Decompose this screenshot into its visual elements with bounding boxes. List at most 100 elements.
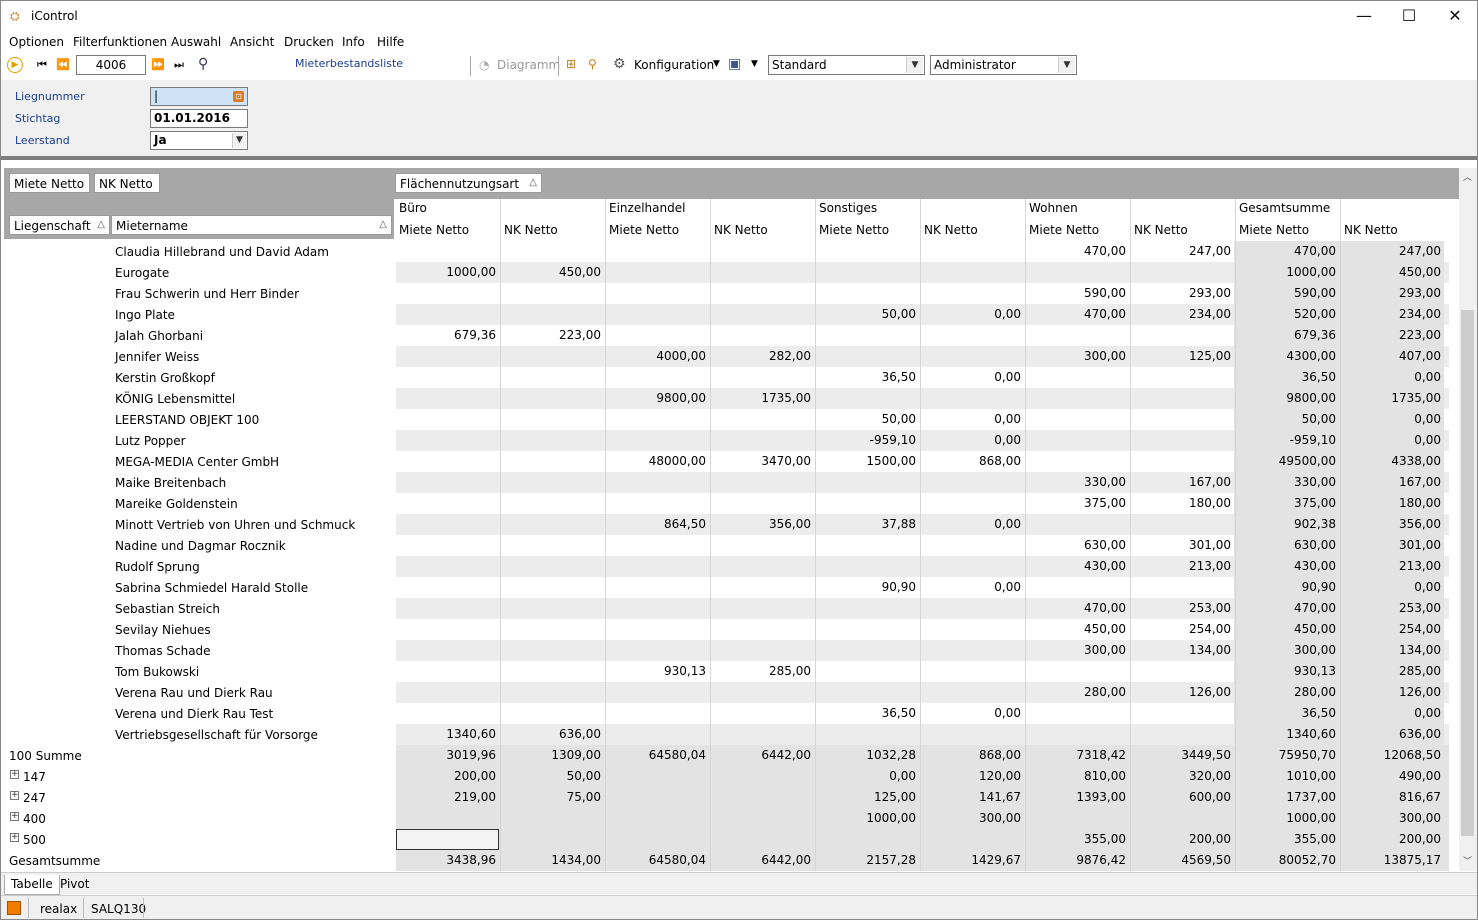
leerstand-select[interactable]: Ja ▼ [150, 131, 248, 150]
value-cell[interactable]: 590,00 [1026, 286, 1126, 300]
value-cell[interactable]: 1000,00 [396, 265, 496, 279]
value-cell[interactable]: 300,00 [1026, 349, 1126, 363]
data-field-nk-netto[interactable]: NK Netto [94, 173, 160, 193]
value-cell[interactable]: 375,00 [1236, 496, 1336, 510]
value-cell[interactable]: 630,00 [1236, 538, 1336, 552]
table-row[interactable]: Frau Schwerin und Herr Binder 590,00 293,0… [4, 283, 1449, 304]
value-cell[interactable]: 9800,00 [1236, 391, 1336, 405]
next-record-icon[interactable]: ⏩ [151, 58, 165, 71]
value-cell[interactable]: 36,50 [816, 706, 916, 720]
value-cell[interactable]: -959,10 [816, 433, 916, 447]
menu-hilfe[interactable]: Hilfe [377, 35, 404, 49]
value-cell[interactable]: 254,00 [1131, 622, 1231, 636]
summary-row[interactable]: +247 219,00 75,00 125,00 141,67 1393,00 600,00… [4, 787, 1449, 808]
value-cell[interactable]: 180,00 [1131, 496, 1231, 510]
table-row[interactable]: Verena Rau und Dierk Rau 280,00 126,00 280,… [4, 682, 1449, 703]
value-cell[interactable]: 1032,28 [816, 748, 916, 762]
user-select[interactable]: Administrator ▼ [930, 55, 1077, 75]
value-cell[interactable]: 330,00 [1236, 475, 1336, 489]
value-cell[interactable]: 180,00 [1341, 496, 1441, 510]
menu-ansicht[interactable]: Ansicht [230, 35, 274, 49]
value-cell[interactable]: 48000,00 [606, 454, 706, 468]
expand-icon[interactable]: + [10, 770, 19, 779]
value-cell[interactable]: 223,00 [501, 328, 601, 342]
summary-row[interactable]: 100 Summe 3019,96 1309,00 64580,04 6442,00 10… [4, 745, 1449, 766]
value-cell[interactable]: 6442,00 [711, 853, 811, 867]
value-cell[interactable]: 253,00 [1341, 601, 1441, 615]
value-cell[interactable]: 7318,42 [1026, 748, 1126, 762]
value-cell[interactable]: 356,00 [1341, 517, 1441, 531]
expand-icon[interactable]: + [10, 791, 19, 800]
summary-row[interactable]: Gesamtsumme 3438,96 1434,00 64580,04 6442,00… [4, 850, 1449, 871]
search-icon[interactable]: ⚲ [198, 56, 208, 72]
table-row[interactable]: Nadine und Dagmar Rocznik 630,00 301,00 630… [4, 535, 1449, 556]
value-cell[interactable]: 285,00 [1341, 664, 1441, 678]
value-cell[interactable]: 1340,60 [396, 727, 496, 741]
value-cell[interactable]: 0,00 [921, 307, 1021, 321]
table-row[interactable]: Mareike Goldenstein 375,00 180,00 375,00 180… [4, 493, 1449, 514]
table-row[interactable]: Maike Breitenbach 330,00 167,00 330,00 167,0… [4, 472, 1449, 493]
value-cell[interactable]: 864,50 [606, 517, 706, 531]
chevron-down-icon[interactable]: ▼ [751, 59, 758, 69]
summary-row[interactable]: +500 355,00 200,00 355,00 200,00 [4, 829, 1449, 850]
splitter[interactable] [1, 156, 1477, 160]
table-row[interactable]: LEERSTAND OBJEKT 100 50,00 0,00 50,00 0,00 [4, 409, 1449, 430]
configuration-button[interactable]: Konfiguration [634, 58, 714, 72]
value-cell[interactable]: 300,00 [921, 811, 1021, 825]
value-cell[interactable]: 300,00 [1236, 643, 1336, 657]
value-cell[interactable]: 1010,00 [1236, 769, 1336, 783]
chevron-down-icon[interactable]: ▼ [713, 59, 720, 69]
value-cell[interactable]: 450,00 [501, 265, 601, 279]
first-record-icon[interactable]: ⏮ [37, 58, 47, 72]
value-cell[interactable]: 36,50 [816, 370, 916, 384]
value-cell[interactable]: 4569,50 [1131, 853, 1231, 867]
value-cell[interactable]: 293,00 [1341, 286, 1441, 300]
vertical-scrollbar[interactable]: ︿ ﹀ [1459, 168, 1477, 871]
tab-tabelle[interactable]: Tabelle [4, 875, 60, 895]
close-button[interactable]: ✕ [1432, 1, 1477, 31]
value-cell[interactable]: 234,00 [1341, 307, 1441, 321]
value-cell[interactable]: 470,00 [1236, 601, 1336, 615]
expand-icon[interactable]: + [10, 812, 19, 821]
value-cell[interactable]: 355,00 [1236, 832, 1336, 846]
value-cell[interactable]: 37,88 [816, 517, 916, 531]
scrollbar-thumb[interactable] [1461, 310, 1474, 836]
table-row[interactable]: Jennifer Weiss 4000,00 282,00 300,00 125,00 4… [4, 346, 1449, 367]
minimize-button[interactable]: — [1341, 1, 1387, 31]
value-cell[interactable]: 141,67 [921, 790, 1021, 804]
previous-record-icon[interactable]: ⏪ [56, 58, 70, 71]
value-cell[interactable]: 293,00 [1131, 286, 1231, 300]
tab-pivot[interactable]: Pivot [54, 875, 95, 895]
value-cell[interactable]: 280,00 [1026, 685, 1126, 699]
diagram-button[interactable]: Diagramm [497, 58, 560, 72]
value-cell[interactable]: 0,00 [921, 433, 1021, 447]
value-cell[interactable]: 1735,00 [1341, 391, 1441, 405]
liegnummer-input[interactable]: | ⊡ [150, 87, 248, 106]
table-row[interactable]: Eurogate 1000,00 450,00 1000,00 450,00 [4, 262, 1449, 283]
value-cell[interactable]: 134,00 [1131, 643, 1231, 657]
value-cell[interactable]: 0,00 [1341, 370, 1441, 384]
value-cell[interactable]: 50,00 [816, 307, 916, 321]
title-bar[interactable]: ⛭ iControl — ☐ ✕ [1, 1, 1477, 31]
menu-auswahl[interactable]: Auswahl [171, 35, 221, 49]
value-cell[interactable]: 50,00 [1236, 412, 1336, 426]
value-cell[interactable]: 3438,96 [396, 853, 496, 867]
value-cell[interactable]: 3019,96 [396, 748, 496, 762]
play-icon[interactable]: ▶ [7, 57, 23, 73]
value-cell[interactable]: 200,00 [1131, 832, 1231, 846]
value-cell[interactable]: 355,00 [1026, 832, 1126, 846]
value-cell[interactable]: 490,00 [1341, 769, 1441, 783]
value-cell[interactable]: 200,00 [396, 769, 496, 783]
value-cell[interactable]: 679,36 [396, 328, 496, 342]
value-cell[interactable]: 1309,00 [501, 748, 601, 762]
menu-drucken[interactable]: Drucken [284, 35, 334, 49]
value-cell[interactable]: 247,00 [1131, 244, 1231, 258]
summary-row[interactable]: +147 200,00 50,00 0,00 120,00 810,00 320,00 101… [4, 766, 1449, 787]
value-cell[interactable]: 0,00 [1341, 412, 1441, 426]
menu-filterfunktionen[interactable]: Filterfunktionen [73, 35, 167, 49]
value-cell[interactable]: 282,00 [711, 349, 811, 363]
table-row[interactable]: MEGA-MEDIA Center GmbH 48000,00 3470,00 150… [4, 451, 1449, 472]
scroll-down-icon[interactable]: ﹀ [1463, 854, 1472, 867]
value-cell[interactable]: 4338,00 [1341, 454, 1441, 468]
value-cell[interactable]: 75950,70 [1236, 748, 1336, 762]
